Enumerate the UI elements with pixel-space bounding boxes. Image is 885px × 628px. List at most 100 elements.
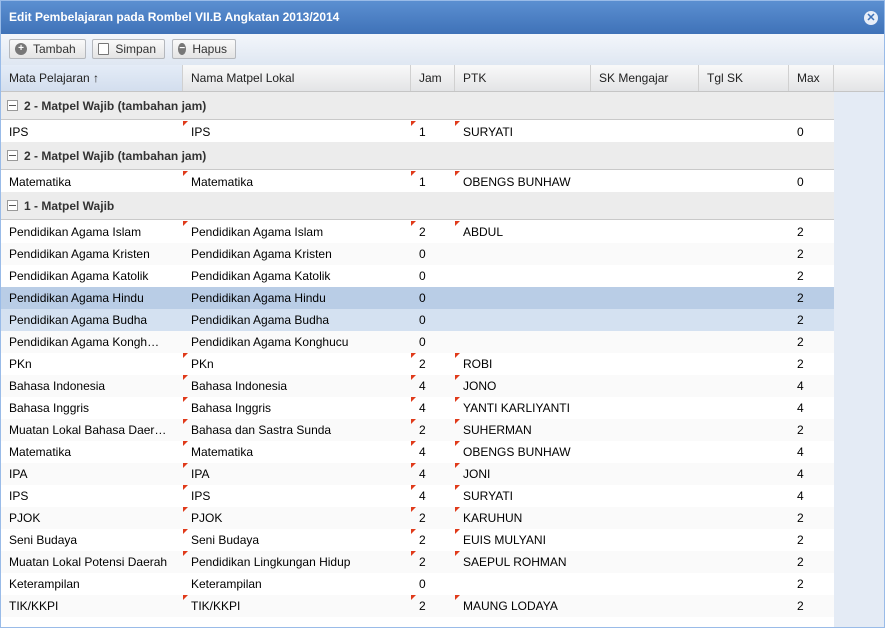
group-header[interactable]: 2 - Matpel Wajib (tambahan jam) <box>1 92 834 120</box>
cell-max[interactable]: 2 <box>789 529 834 551</box>
cell-ptk[interactable]: MAUNG LODAYA <box>455 595 591 617</box>
cell-tgl[interactable] <box>699 221 789 243</box>
cell-jam[interactable]: 2 <box>411 507 455 529</box>
cell-mapel[interactable]: Pendidikan Agama Kristen <box>1 243 183 265</box>
cell-tgl[interactable] <box>699 331 789 353</box>
cell-tgl[interactable] <box>699 595 789 617</box>
cell-sk[interactable] <box>591 397 699 419</box>
col-header-mata-pelajaran[interactable]: Mata Pelajaran ↑ <box>1 65 183 91</box>
cell-jam[interactable]: 2 <box>411 353 455 375</box>
cell-tgl[interactable] <box>699 171 789 193</box>
cell-mapel[interactable]: Keterampilan <box>1 573 183 595</box>
table-row[interactable]: Pendidikan Agama Islam Pendidikan Agama I… <box>1 221 834 243</box>
table-row[interactable]: Muatan Lokal Bahasa Daer… Bahasa dan Sast… <box>1 419 834 441</box>
cell-sk[interactable] <box>591 573 699 595</box>
cell-lokal[interactable]: Pendidikan Agama Konghucu <box>183 331 411 353</box>
table-row[interactable]: Pendidikan Agama Kongh… Pendidikan Agama … <box>1 331 834 353</box>
cell-sk[interactable] <box>591 309 699 331</box>
cell-mapel[interactable]: TIK/KKPI <box>1 595 183 617</box>
cell-tgl[interactable] <box>699 287 789 309</box>
col-header-nama-matpel-lokal[interactable]: Nama Matpel Lokal <box>183 65 411 91</box>
cell-tgl[interactable] <box>699 463 789 485</box>
cell-lokal[interactable]: IPS <box>183 121 411 143</box>
cell-mapel[interactable]: PJOK <box>1 507 183 529</box>
close-icon[interactable]: ✕ <box>864 11 878 25</box>
cell-sk[interactable] <box>591 121 699 143</box>
cell-ptk[interactable]: JONO <box>455 375 591 397</box>
cell-ptk[interactable]: OBENGS BUNHAW <box>455 441 591 463</box>
cell-ptk[interactable] <box>455 243 591 265</box>
cell-mapel[interactable]: Bahasa Indonesia <box>1 375 183 397</box>
cell-mapel[interactable]: Pendidikan Agama Kongh… <box>1 331 183 353</box>
group-header[interactable]: 1 - Matpel Wajib <box>1 192 834 220</box>
cell-max[interactable]: 2 <box>789 221 834 243</box>
cell-lokal[interactable]: Bahasa dan Sastra Sunda <box>183 419 411 441</box>
cell-mapel[interactable]: Matematika <box>1 171 183 193</box>
cell-max[interactable]: 2 <box>789 573 834 595</box>
table-row[interactable]: IPS IPS 1 SURYATI 0 <box>1 121 834 144</box>
cell-mapel[interactable]: Matematika <box>1 441 183 463</box>
delete-button[interactable]: − Hapus <box>172 39 236 59</box>
cell-max[interactable]: 0 <box>789 171 834 193</box>
cell-lokal[interactable]: Bahasa Inggris <box>183 397 411 419</box>
cell-tgl[interactable] <box>699 265 789 287</box>
cell-jam[interactable]: 1 <box>411 171 455 193</box>
cell-mapel[interactable]: IPA <box>1 463 183 485</box>
cell-sk[interactable] <box>591 287 699 309</box>
cell-sk[interactable] <box>591 595 699 617</box>
cell-tgl[interactable] <box>699 529 789 551</box>
cell-jam[interactable]: 0 <box>411 243 455 265</box>
table-row[interactable]: Pendidikan Agama Katolik Pendidikan Agama… <box>1 265 834 287</box>
cell-mapel[interactable]: Pendidikan Agama Islam <box>1 221 183 243</box>
cell-sk[interactable] <box>591 463 699 485</box>
cell-ptk[interactable] <box>455 287 591 309</box>
cell-tgl[interactable] <box>699 309 789 331</box>
cell-lokal[interactable]: Seni Budaya <box>183 529 411 551</box>
cell-jam[interactable]: 4 <box>411 463 455 485</box>
cell-lokal[interactable]: Pendidikan Agama Islam <box>183 221 411 243</box>
cell-max[interactable]: 4 <box>789 485 834 507</box>
cell-mapel[interactable]: IPS <box>1 121 183 143</box>
cell-mapel[interactable]: Pendidikan Agama Hindu <box>1 287 183 309</box>
cell-jam[interactable]: 0 <box>411 309 455 331</box>
cell-jam[interactable]: 4 <box>411 441 455 463</box>
table-row[interactable]: Pendidikan Agama Budha Pendidikan Agama B… <box>1 309 834 331</box>
cell-jam[interactable]: 4 <box>411 397 455 419</box>
col-header-tgl-sk[interactable]: Tgl SK <box>699 65 789 91</box>
cell-sk[interactable] <box>591 375 699 397</box>
cell-tgl[interactable] <box>699 485 789 507</box>
cell-sk[interactable] <box>591 551 699 573</box>
cell-ptk[interactable]: YANTI KARLIYANTI <box>455 397 591 419</box>
table-row[interactable]: Seni Budaya Seni Budaya 2 EUIS MULYANI 2 <box>1 529 834 551</box>
cell-jam[interactable]: 2 <box>411 221 455 243</box>
cell-tgl[interactable] <box>699 243 789 265</box>
cell-lokal[interactable]: TIK/KKPI <box>183 595 411 617</box>
cell-lokal[interactable]: Pendidikan Agama Budha <box>183 309 411 331</box>
cell-jam[interactable]: 2 <box>411 419 455 441</box>
cell-jam[interactable]: 0 <box>411 265 455 287</box>
cell-tgl[interactable] <box>699 551 789 573</box>
cell-ptk[interactable]: EUIS MULYANI <box>455 529 591 551</box>
cell-tgl[interactable] <box>699 397 789 419</box>
cell-max[interactable]: 2 <box>789 353 834 375</box>
table-row[interactable]: IPS IPS 4 SURYATI 4 <box>1 485 834 507</box>
window-titlebar[interactable]: Edit Pembelajaran pada Rombel VII.B Angk… <box>1 1 884 34</box>
collapse-icon[interactable] <box>7 150 18 161</box>
cell-mapel[interactable]: Seni Budaya <box>1 529 183 551</box>
cell-max[interactable]: 2 <box>789 331 834 353</box>
table-row[interactable]: PKn PKn 2 ROBI 2 <box>1 353 834 375</box>
cell-max[interactable]: 2 <box>789 287 834 309</box>
cell-max[interactable]: 4 <box>789 375 834 397</box>
cell-jam[interactable]: 4 <box>411 375 455 397</box>
cell-lokal[interactable]: Keterampilan <box>183 573 411 595</box>
cell-sk[interactable] <box>591 243 699 265</box>
table-row[interactable]: PJOK PJOK 2 KARUHUN 2 <box>1 507 834 529</box>
cell-lokal[interactable]: Pendidikan Lingkungan Hidup <box>183 551 411 573</box>
table-row[interactable]: Keterampilan Keterampilan 0 2 <box>1 573 834 595</box>
cell-jam[interactable]: 0 <box>411 331 455 353</box>
cell-ptk[interactable]: OBENGS BUNHAW <box>455 171 591 193</box>
cell-ptk[interactable]: SAEPUL ROHMAN <box>455 551 591 573</box>
table-row[interactable]: Bahasa Indonesia Bahasa Indonesia 4 JONO 4 <box>1 375 834 397</box>
cell-lokal[interactable]: Matematika <box>183 441 411 463</box>
cell-sk[interactable] <box>591 221 699 243</box>
